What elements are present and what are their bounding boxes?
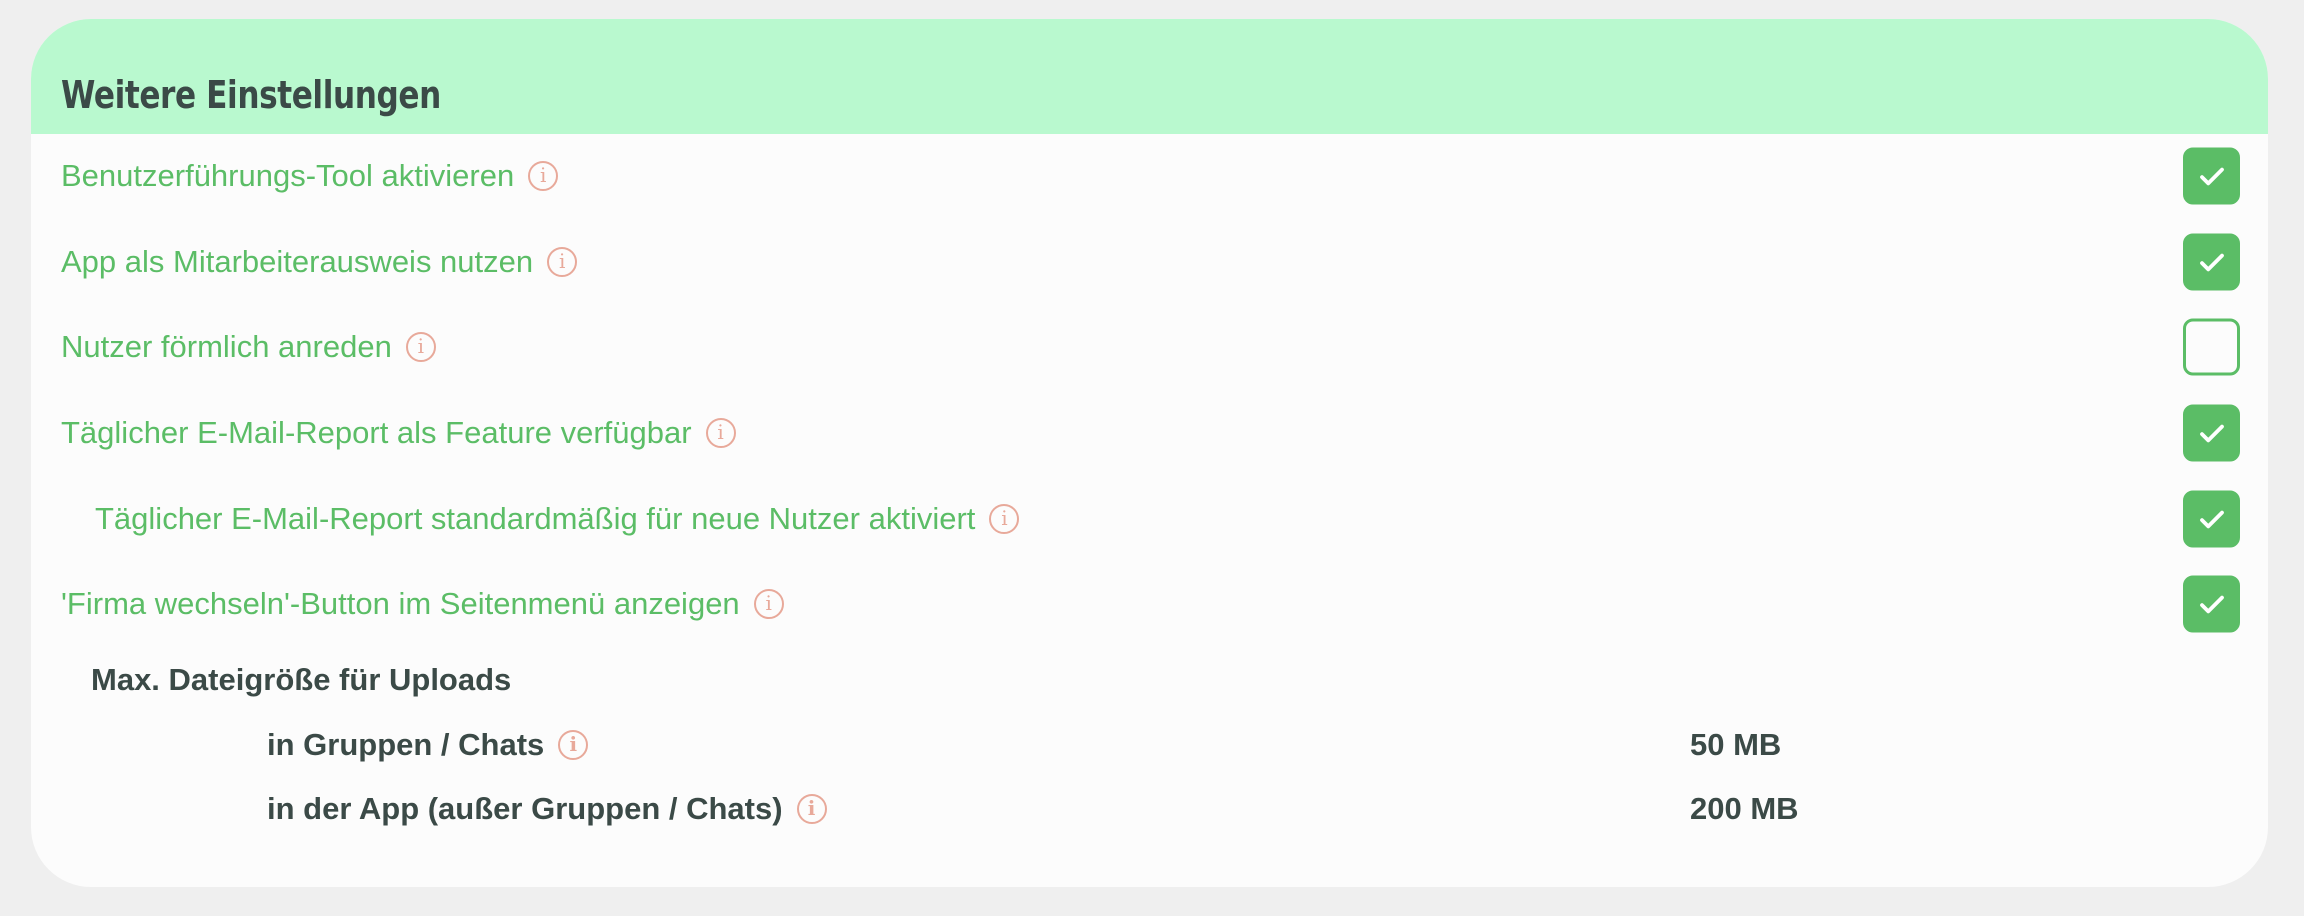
checkbox-daily-report-default[interactable] (2183, 490, 2240, 548)
upload-label: in Gruppen / Chats (267, 727, 545, 762)
checkbox-formal-address[interactable] (2183, 318, 2240, 376)
checkbox-guidance-tool[interactable] (2183, 147, 2240, 205)
info-icon[interactable]: i (796, 794, 827, 824)
upload-size-section-title: Max. Dateigröße für Uploads (91, 662, 512, 697)
setting-label: Benutzerführungs-Tool aktivieren (61, 158, 515, 193)
setting-label: 'Firma wechseln'-Button im Seitenmenü an… (61, 586, 740, 621)
setting-row-guidance-tool: Benutzerführungs-Tool aktivieren i (31, 146, 2268, 206)
check-icon (2199, 595, 2224, 613)
setting-label: Nutzer förmlich anreden (61, 329, 392, 364)
check-icon (2199, 253, 2224, 271)
check-icon (2199, 424, 2224, 442)
setting-row-daily-report-feature: Täglicher E-Mail-Report als Feature verf… (31, 403, 2268, 463)
info-icon[interactable]: i (705, 418, 736, 448)
upload-label: in der App (außer Gruppen / Chats) (267, 791, 783, 826)
info-icon[interactable]: i (558, 730, 589, 760)
settings-card: Weitere Einstellungen Benutzerführungs-T… (31, 19, 2268, 887)
setting-row-switch-company-button: 'Firma wechseln'-Button im Seitenmenü an… (31, 574, 2268, 634)
info-icon[interactable]: i (405, 332, 436, 362)
setting-row-formal-address: Nutzer förmlich anreden i (31, 317, 2268, 377)
setting-label: Täglicher E-Mail-Report als Feature verf… (61, 415, 692, 450)
info-icon[interactable]: i (528, 161, 559, 191)
checkbox-employee-id[interactable] (2183, 233, 2240, 291)
info-icon[interactable]: i (547, 247, 578, 277)
card-header: Weitere Einstellungen (31, 19, 2268, 134)
upload-row-app: in der App (außer Gruppen / Chats) i 200… (31, 783, 2268, 835)
setting-row-daily-report-default: Täglicher E-Mail-Report standardmäßig fü… (31, 489, 2268, 549)
check-icon (2199, 167, 2224, 185)
upload-row-groups-chats: in Gruppen / Chats i 50 MB (31, 719, 2268, 771)
upload-value: 200 MB (1690, 791, 1799, 826)
info-icon[interactable]: i (989, 504, 1020, 534)
checkbox-switch-company-button[interactable] (2183, 575, 2240, 633)
setting-label: App als Mitarbeiterausweis nutzen (61, 244, 534, 279)
card-title: Weitere Einstellungen (61, 73, 441, 117)
setting-row-employee-id: App als Mitarbeiterausweis nutzen i (31, 232, 2268, 292)
setting-label: Täglicher E-Mail-Report standardmäßig fü… (95, 501, 976, 536)
check-icon (2199, 510, 2224, 528)
checkbox-daily-report-feature[interactable] (2183, 404, 2240, 462)
info-icon[interactable]: i (753, 589, 784, 619)
upload-value: 50 MB (1690, 727, 1782, 762)
